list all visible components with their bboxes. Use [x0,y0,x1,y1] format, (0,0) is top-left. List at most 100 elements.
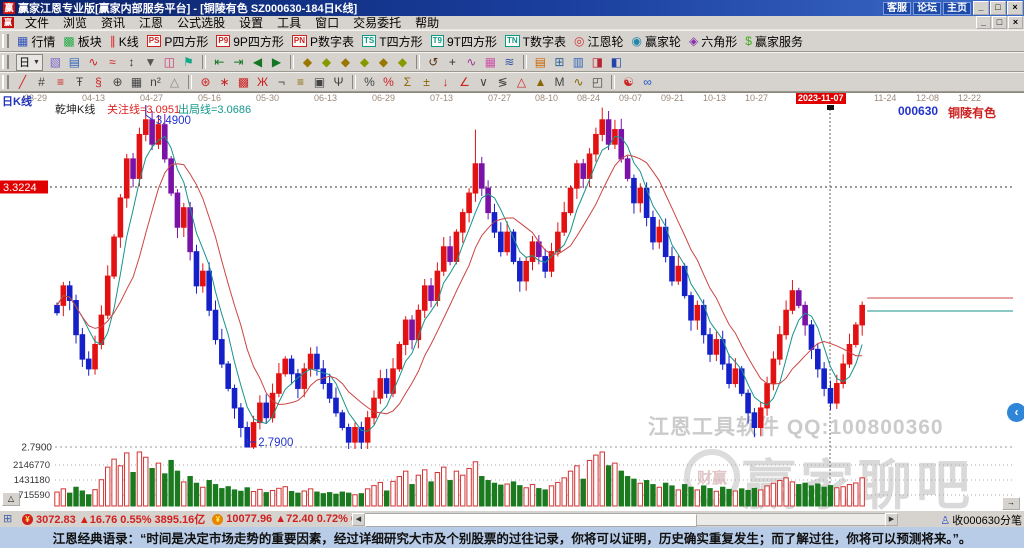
scrollbar-right-arrow-icon[interactable]: ▶ [885,513,898,526]
percent-icon[interactable]: % [361,74,378,90]
wave2-red-icon[interactable]: ≈ [104,54,121,70]
angle-icon[interactable]: ∠ [456,74,473,90]
sectors-button[interactable]: ▩ 板块 [60,31,104,51]
m-icon[interactable]: M [551,74,568,90]
dropdown-arrow-icon[interactable]: ▼ [142,54,159,70]
gann-diamond3-icon[interactable]: ◆ [337,54,354,70]
minimize-button[interactable]: _ [973,1,989,15]
scrollbar-left-arrow-icon[interactable]: ◀ [352,513,365,526]
updown-icon[interactable]: ↕ [123,54,140,70]
fork-icon[interactable]: Ψ [330,74,347,90]
menu-help[interactable]: 帮助 [408,16,446,30]
expand-pane-button[interactable]: △ [2,492,20,506]
t9-square-button[interactable]: T9 9T四方形 [428,31,500,51]
angle-tri-icon[interactable]: △ [166,74,183,90]
doc-restore-button[interactable]: □ [992,16,1007,29]
channel-icon[interactable]: ≶ [494,74,511,90]
home-link[interactable]: 主页 [943,2,971,15]
scrollbar-track[interactable] [365,513,885,527]
menu-news[interactable]: 资讯 [94,16,132,30]
menu-window[interactable]: 窗口 [308,16,346,30]
kline-button[interactable]: ∥ K线 [107,31,142,51]
grid-icon[interactable]: ⊞ [3,513,16,525]
calendar-icon[interactable]: ▤ [532,54,549,70]
gann-diamond1-icon[interactable]: ◆ [299,54,316,70]
forum-link[interactable]: 论坛 [913,2,941,15]
export-icon[interactable]: ◧ [608,54,625,70]
doc-icon[interactable]: ▤ [66,54,83,70]
doc-close-button[interactable]: × [1008,16,1023,29]
web-icon[interactable]: ▩ [235,74,252,90]
restore-button[interactable]: □ [990,1,1006,15]
gann-diamond6-icon[interactable]: ◆ [394,54,411,70]
tick-data-shortcut[interactable]: ♙ 收000630分笔 [940,512,1022,528]
ruler-icon[interactable]: ¬ [273,74,290,90]
sh-index-quote[interactable]: 3072.83 ▲16.76 0.55% 3895.16亿 [36,511,205,527]
gann-fan-icon[interactable]: ⊛ [197,74,214,90]
prev-bar-icon[interactable]: ◀ [249,54,266,70]
gann-diamond5-icon[interactable]: ◆ [375,54,392,70]
grid2-icon[interactable]: ▦ [128,74,145,90]
circle-cross-icon[interactable]: ⊕ [109,74,126,90]
t-tool-icon[interactable]: Ŧ [71,74,88,90]
menu-file[interactable]: 文件 [18,16,56,30]
percent-red-icon[interactable]: % [380,74,397,90]
hash-icon[interactable]: # [33,74,50,90]
last-bar-icon[interactable]: ⇥ [230,54,247,70]
scrollbar-thumb[interactable] [365,514,697,527]
winner-service-button[interactable]: $ 赢家服务 [742,31,806,51]
hexagon-button[interactable]: ◈ 六角形 [686,31,740,51]
box2-icon[interactable]: ◰ [589,74,606,90]
p9-square-button[interactable]: P9 9P四方形 [213,31,286,51]
grid-pink-icon[interactable]: ▦ [482,54,499,70]
menu-browse[interactable]: 浏览 [56,16,94,30]
n2-icon[interactable]: n² [147,74,164,90]
wave-red-icon[interactable]: ∿ [85,54,102,70]
fib-icon[interactable]: ≡ [292,74,309,90]
kline-chart-canvas[interactable]: 3.32242.7900214677014311807155903.49002.… [0,93,1024,510]
doc-minimize-button[interactable]: _ [976,16,991,29]
t-square-button[interactable]: TS T四方形 [359,31,426,51]
kline-style-icon[interactable]: ◫ [161,54,178,70]
menu-trade[interactable]: 交易委托 [346,16,408,30]
vee-icon[interactable]: ∨ [475,74,492,90]
wave3-icon[interactable]: ∿ [570,74,587,90]
spiral-icon[interactable]: § [90,74,107,90]
star-icon[interactable]: ∗ [216,74,233,90]
taiji-icon[interactable]: ☯ [620,74,637,90]
scroll-right-button[interactable]: → [1002,497,1020,510]
infinity-icon[interactable]: ∞ [639,74,656,90]
curve-icon[interactable]: ∿ [463,54,480,70]
menu-gann[interactable]: 江恩 [132,16,170,30]
gann-diamond4-icon[interactable]: ◆ [356,54,373,70]
next-bar-icon[interactable]: ▶ [268,54,285,70]
winner-wheel-button[interactable]: ◉ 赢家轮 [629,31,685,51]
first-bar-icon[interactable]: ⇤ [211,54,228,70]
menu-tools[interactable]: 工具 [270,16,308,30]
t-table-button[interactable]: TN T数字表 [502,31,569,51]
pyramid-icon[interactable]: △ [513,74,530,90]
p-square-button[interactable]: PS P四方形 [144,31,212,51]
save-icon[interactable]: ◨ [589,54,606,70]
horizontal-scrollbar[interactable]: ◀ ▶ [352,513,898,527]
waves-icon[interactable]: ≋ [501,54,518,70]
screen-icon[interactable]: ▧ [47,54,64,70]
collapse-panel-button[interactable]: ‹ [1007,403,1024,422]
sigma-icon[interactable]: Σ [399,74,416,90]
gann-diamond2-icon[interactable]: ◆ [318,54,335,70]
box-icon[interactable]: ▣ [311,74,328,90]
support-link[interactable]: 客服 [883,2,911,15]
plusminus-icon[interactable]: ± [418,74,435,90]
undo-icon[interactable]: ↺ [425,54,442,70]
notebook-icon[interactable]: ▥ [570,54,587,70]
pen-icon[interactable]: ╱ [14,74,31,90]
quotes-button[interactable]: ▦ 行情 [14,31,58,51]
gann-grid-icon[interactable]: ≡ [52,74,69,90]
pyramid2-icon[interactable]: ▲ [532,74,549,90]
calculator-icon[interactable]: ⊞ [551,54,568,70]
arrow-down-icon[interactable]: ↓ [437,74,454,90]
lattice-icon[interactable]: Ж [254,74,271,90]
period-dropdown[interactable]: 日 ▼ [16,53,43,71]
menu-settings[interactable]: 设置 [232,16,270,30]
crosshair-icon[interactable]: + [444,54,461,70]
